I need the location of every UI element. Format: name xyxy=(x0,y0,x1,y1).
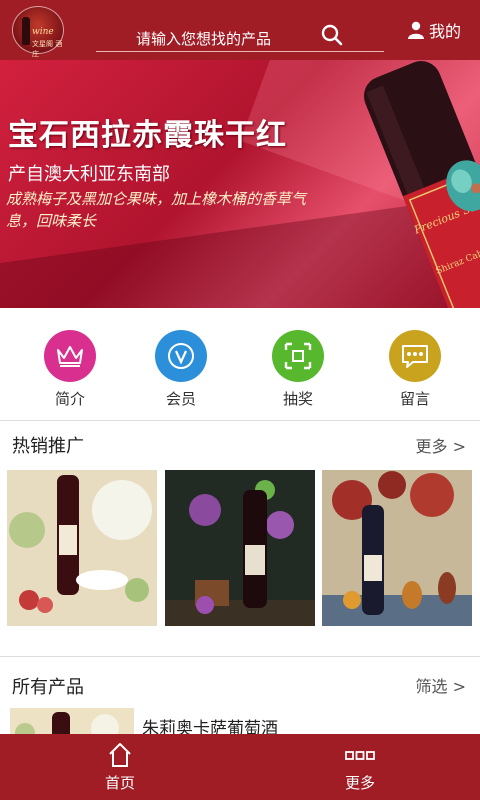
hot-product-card[interactable] xyxy=(322,470,472,626)
crown-icon xyxy=(44,330,96,382)
banner-subtitle: 产自澳大利亚东南部 xyxy=(8,164,170,185)
my-account-label: 我的 xyxy=(429,22,462,41)
search-icon[interactable] xyxy=(321,24,343,46)
category-menu: 简介 会员 抽奖 留言 xyxy=(0,308,480,420)
hot-product-card[interactable] xyxy=(165,470,315,626)
bottom-nav: 首页 更多 xyxy=(0,734,480,800)
category-message[interactable]: 留言 xyxy=(375,330,455,409)
nav-home[interactable]: 首页 xyxy=(0,734,240,800)
nav-more-label: 更多 xyxy=(344,774,375,792)
divider xyxy=(0,420,480,421)
search-input[interactable]: 请输入您想找的产品 xyxy=(136,28,271,49)
logo-bottle-icon xyxy=(22,17,30,45)
logo-subtext: 文星阁 酒庄 xyxy=(32,40,63,58)
logo-text: wine xyxy=(32,27,54,37)
category-intro[interactable]: 简介 xyxy=(30,330,110,409)
product-image xyxy=(7,470,157,626)
user-icon xyxy=(408,21,424,39)
search-bar[interactable]: 请输入您想找的产品 xyxy=(96,14,384,52)
banner-title: 宝石西拉赤霞珠干红 xyxy=(8,118,287,153)
category-lottery[interactable]: 抽奖 xyxy=(258,330,338,409)
all-products-title: 所有产品 xyxy=(12,677,84,698)
category-label: 抽奖 xyxy=(282,390,313,408)
divider xyxy=(0,656,480,657)
nav-more[interactable]: 更多 xyxy=(240,734,480,800)
top-header: wine 文星阁 酒庄 请输入您想找的产品 我的 xyxy=(0,0,480,60)
message-bubble-icon xyxy=(389,330,441,382)
my-account-button[interactable]: 我的 xyxy=(408,18,461,42)
category-member[interactable]: 会员 xyxy=(141,330,221,409)
category-label: 会员 xyxy=(165,390,196,408)
member-v-icon xyxy=(155,330,207,382)
product-image xyxy=(165,470,315,626)
category-label: 留言 xyxy=(399,390,430,408)
category-label: 简介 xyxy=(54,390,85,408)
product-image xyxy=(322,470,472,626)
filter-link[interactable]: 筛选 > xyxy=(416,673,467,697)
hot-product-card[interactable] xyxy=(7,470,157,626)
lottery-arrows-icon xyxy=(272,330,324,382)
nav-home-label: 首页 xyxy=(104,774,135,792)
hot-more-link[interactable]: 更多 > xyxy=(416,433,467,457)
hot-section-title: 热销推广 xyxy=(12,436,84,457)
more-dots-icon xyxy=(345,751,375,760)
banner-description: 成熟梅子及黑加仑果味，加上橡木桶的香草气息，回味柔长 xyxy=(6,190,307,230)
home-icon xyxy=(109,743,131,767)
brand-logo[interactable]: wine 文星阁 酒庄 xyxy=(12,6,64,58)
promo-banner[interactable]: Precious Stone Shiraz Cabernet 宝石西拉赤霞珠干红… xyxy=(0,60,480,308)
